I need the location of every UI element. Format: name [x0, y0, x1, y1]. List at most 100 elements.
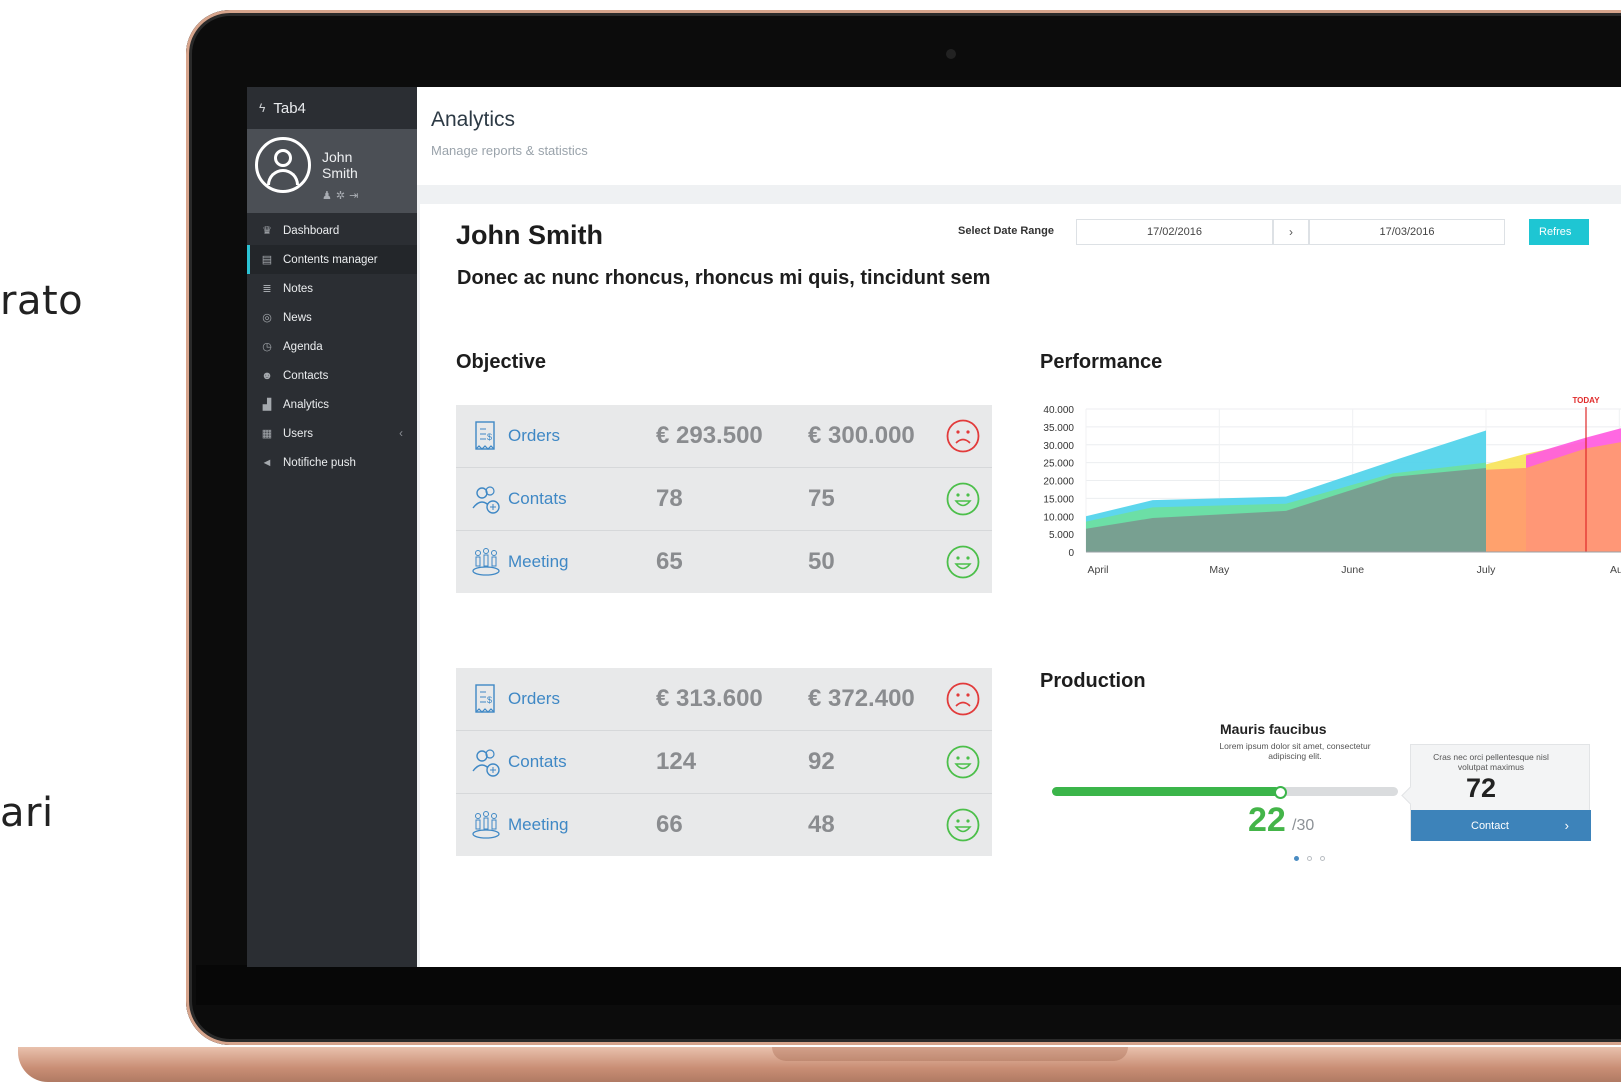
- row-actual-value: € 313.600: [656, 685, 763, 712]
- user-icon[interactable]: ♟: [322, 190, 336, 202]
- background-text-1: rato: [0, 278, 84, 324]
- sidebar-item-label: Notifiche push: [283, 456, 356, 469]
- report-card: John Smith Donec ac nunc rhoncus, rhoncu…: [420, 204, 1621, 967]
- gear-icon[interactable]: ✲: [336, 190, 349, 202]
- row-target-value: 50: [808, 548, 835, 575]
- production-item-title: Mauris faucibus: [1220, 721, 1327, 737]
- performance-chart: 0 5.000 10.000 15.000 20.000 25.000 30.000 35.0…: [1043, 396, 1621, 576]
- row-target-value: 75: [808, 485, 835, 512]
- sidebar-item-dashboard[interactable]: ♛ Dashboard: [247, 216, 417, 245]
- sidebar-item-contacts[interactable]: ☻ Contacts: [247, 361, 417, 390]
- x-tick-label: May: [1209, 564, 1230, 576]
- info-box-value: 72: [1466, 773, 1497, 803]
- row-target-value: € 372.400: [808, 685, 915, 712]
- y-tick-label: 5.000: [1049, 530, 1074, 541]
- happy-face-icon: [946, 545, 980, 579]
- people-icon: ☻: [261, 369, 273, 382]
- y-tick-label: 20.000: [1043, 477, 1074, 488]
- y-tick-label: 25.000: [1043, 459, 1074, 470]
- production-title: Production: [1040, 670, 1146, 692]
- sidebar-item-notes[interactable]: ≣ Notes: [247, 274, 417, 303]
- y-tick-label: 35.000: [1043, 423, 1074, 434]
- carousel-dot[interactable]: [1307, 856, 1312, 861]
- contact-button[interactable]: Contact ›: [1411, 810, 1591, 841]
- bolt-icon: ϟ: [259, 101, 266, 115]
- sidebar-item-label: Agenda: [283, 340, 323, 353]
- contats-icon: [470, 482, 502, 516]
- x-tick-label: Aug: [1610, 564, 1621, 576]
- report-subtitle: Donec ac nunc rhoncus, rhoncus mi quis, …: [457, 267, 991, 289]
- laptop-bottom-bezel: [196, 965, 1621, 1005]
- orders-icon: $: [470, 419, 502, 453]
- megaphone-icon: ◄: [261, 456, 273, 469]
- report-user-name: John Smith: [456, 220, 603, 250]
- info-box-text: Cras nec orci pellentesque nisl volutpat…: [1433, 752, 1549, 772]
- row-target-value: 92: [808, 748, 835, 775]
- objective-table: $ Orders € 293.500 € 300.000 Contats 78 75 Meet…: [456, 405, 992, 593]
- meeting-icon: [470, 808, 502, 842]
- sidebar-item-agenda[interactable]: ◷ Agenda: [247, 332, 417, 361]
- progress-fill: [1052, 787, 1281, 796]
- stopwatch-icon: ◷: [262, 341, 272, 353]
- refresh-button[interactable]: Refres: [1529, 219, 1589, 245]
- row-label: Contats: [508, 489, 567, 508]
- happy-face-icon: [946, 745, 980, 779]
- note-icon: ≣: [262, 283, 272, 295]
- avatar[interactable]: [255, 137, 311, 193]
- row-label: Orders: [508, 689, 560, 708]
- table-icon: ▦: [261, 428, 273, 440]
- objective-title: Objective: [456, 351, 547, 373]
- page-subtitle: Manage reports & statistics: [431, 143, 588, 158]
- progress-knob[interactable]: [1274, 786, 1288, 799]
- y-tick-label: 10.000: [1043, 512, 1074, 523]
- sidebar-item-notifiche-push[interactable]: ◄ Notifiche push: [247, 448, 417, 477]
- page-header: Analytics Manage reports & statistics: [417, 87, 1621, 185]
- sidebar-item-label: Dashboard: [283, 224, 340, 237]
- row-label: Contats: [508, 752, 567, 771]
- svg-text:$: $: [487, 695, 492, 705]
- page-title: Analytics: [431, 108, 516, 131]
- production-total: /30: [1292, 817, 1315, 834]
- row-actual-value: 66: [656, 811, 683, 838]
- production-progress-bar: [1052, 786, 1398, 799]
- sidebar-item-analytics[interactable]: ▟ Analytics: [247, 390, 417, 419]
- table-row: Contats 124 92: [456, 731, 992, 794]
- chevron-left-icon[interactable]: ‹: [399, 428, 403, 440]
- happy-face-icon: [946, 482, 980, 516]
- date-range-label: Select Date Range: [958, 225, 1054, 237]
- row-target-value: 48: [808, 811, 835, 838]
- row-label: Meeting: [508, 552, 569, 571]
- bar-chart-icon: ▟: [262, 399, 272, 411]
- date-range-next-button[interactable]: ›: [1273, 219, 1309, 245]
- production-item-description: Lorem ipsum dolor sit amet, consectetur …: [1219, 741, 1371, 761]
- sidebar-item-contents-manager[interactable]: ▤ Contents manager: [247, 245, 417, 274]
- contact-button-label: Contact: [1471, 819, 1509, 832]
- row-actual-value: € 293.500: [656, 422, 763, 449]
- table-row: Meeting 66 48: [456, 794, 992, 856]
- y-tick-label: 30.000: [1043, 441, 1074, 452]
- contats-icon: [470, 745, 502, 779]
- laptop-notch: [772, 1047, 1128, 1061]
- objective-table: $ Orders € 313.600 € 372.400 Contats 124 92 Mee…: [456, 668, 992, 856]
- sidebar-item-label: News: [283, 311, 312, 324]
- row-label: Orders: [508, 426, 560, 445]
- date-to-input[interactable]: 17/03/2016: [1309, 219, 1505, 245]
- user-name: John Smith: [322, 149, 358, 181]
- table-row: Meeting 65 50: [456, 531, 992, 593]
- sidebar-item-label: Users: [283, 427, 314, 440]
- brand[interactable]: ϟ Tab4: [247, 87, 417, 129]
- sad-face-icon: [946, 419, 980, 453]
- logout-icon[interactable]: ⇥: [349, 190, 362, 202]
- sidebar-item-users[interactable]: ▦ Users ‹: [247, 419, 417, 448]
- carousel-dot[interactable]: [1294, 856, 1299, 861]
- carousel-dots: [1294, 856, 1325, 861]
- carousel-dot[interactable]: [1320, 856, 1325, 861]
- svg-text:$: $: [487, 432, 492, 442]
- broadcast-icon: ◎: [262, 312, 272, 324]
- sidebar-item-news[interactable]: ◎ News: [247, 303, 417, 332]
- production-score: 22: [1248, 801, 1286, 839]
- date-from-input[interactable]: 17/02/2016: [1076, 219, 1273, 245]
- sidebar: ϟ Tab4 John Smith ♟✲⇥ ♛ Dashboard ▤ Content…: [247, 87, 417, 967]
- table-row: $ Orders € 293.500 € 300.000: [456, 405, 992, 468]
- production-info-box: Cras nec orci pellentesque nisl volutpat…: [1401, 744, 1591, 841]
